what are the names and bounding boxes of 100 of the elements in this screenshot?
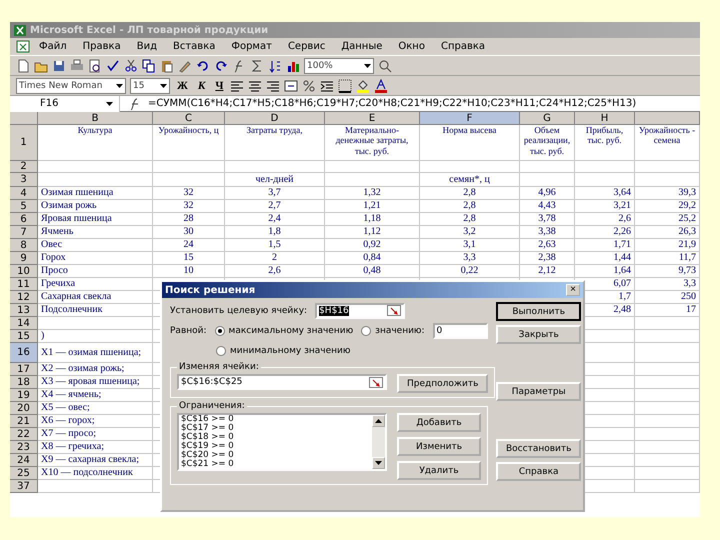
constraint-button[interactable]: Удалить	[397, 461, 481, 480]
table-cell: 2,6	[225, 265, 325, 278]
table-cell: 2,26	[575, 226, 635, 239]
font-size-field[interactable]: 15	[130, 78, 170, 94]
table-cell: 0,84	[325, 252, 420, 265]
row-header[interactable]: 19	[10, 389, 38, 402]
column-header[interactable]: D	[225, 112, 325, 125]
row-header[interactable]: 23	[10, 441, 38, 454]
list-item[interactable]: $C$20 >= 0	[181, 451, 372, 460]
table-cell: 17	[635, 304, 700, 317]
row-header[interactable]: 2	[10, 161, 38, 173]
target-label: Установить целевую ячейку:	[170, 306, 308, 316]
underline-button[interactable]: Ч	[212, 80, 226, 92]
list-item[interactable]: $C$17 >= 0	[181, 424, 372, 433]
row-header[interactable]: 16	[10, 343, 38, 363]
table-cell: 3,1	[420, 239, 520, 252]
row-header[interactable]: 20	[10, 402, 38, 415]
list-item[interactable]: $C$21 >= 0	[181, 460, 372, 469]
row-header[interactable]: 1	[10, 125, 38, 161]
menu-item[interactable]: Вставка	[166, 41, 222, 52]
column-header[interactable]: F	[420, 112, 520, 125]
row-header[interactable]: 7	[10, 226, 38, 239]
font-field[interactable]: Times New Roman	[16, 78, 126, 94]
menu-item[interactable]: Вид	[130, 41, 164, 52]
row-header[interactable]: 14	[10, 317, 38, 330]
row-header[interactable]: 5	[10, 200, 38, 213]
row-header[interactable]: 21	[10, 415, 38, 428]
column-header[interactable]: H	[575, 112, 635, 125]
table-cell: Яровая пшеница	[38, 213, 153, 226]
menu-item[interactable]: Правка	[76, 41, 128, 52]
table-cell: Овес	[38, 239, 153, 252]
table-cell: Ячмень	[38, 226, 153, 239]
table-cell: 32	[153, 187, 225, 200]
dialog-button[interactable]: Закрыть	[496, 325, 582, 344]
table-cell: 1,71	[575, 239, 635, 252]
changing-cells-field[interactable]: $C$16:$C$25	[177, 374, 387, 390]
table-cell: Подсолнечник	[38, 304, 153, 317]
menu-item[interactable]: Сервис	[280, 41, 332, 52]
table-cell: 25,2	[635, 213, 700, 226]
row-header[interactable]: 11	[10, 278, 38, 291]
row-header[interactable]: 6	[10, 213, 38, 226]
column-header[interactable]: B	[38, 112, 153, 125]
row-header[interactable]: 9	[10, 252, 38, 265]
menu-item[interactable]: Справка	[434, 41, 492, 52]
row-header[interactable]: 12	[10, 291, 38, 304]
guess-button[interactable]: Предположить	[397, 374, 488, 393]
table-cell: 29,2	[635, 200, 700, 213]
radio-option[interactable]: значению:	[361, 326, 425, 336]
table-cell: 2,8	[420, 200, 520, 213]
dialog-button[interactable]: Параметры	[496, 382, 582, 401]
list-item[interactable]: $C$19 >= 0	[181, 442, 372, 451]
menu-item[interactable]: Данные	[334, 41, 390, 52]
column-header[interactable]: E	[325, 112, 420, 125]
bold-button[interactable]: Ж	[174, 80, 191, 92]
row-header[interactable]: 18	[10, 376, 38, 389]
row-header[interactable]: 8	[10, 239, 38, 252]
column-header[interactable]: C	[153, 112, 225, 125]
target-field[interactable]: $H$16	[315, 302, 406, 318]
row-header[interactable]: 13	[10, 304, 38, 317]
dialog-button[interactable]: Восстановить	[496, 439, 582, 458]
table-cell: 32	[153, 200, 225, 213]
table-cell: X3 — яровая пшеница;	[38, 376, 153, 389]
constraint-button[interactable]: Добавить	[397, 413, 481, 432]
table-cell: 1,21	[325, 200, 420, 213]
table-cell: 3,78	[520, 213, 575, 226]
equal-label: Равной:	[170, 326, 207, 336]
dialog-button[interactable]: Справка	[496, 462, 582, 481]
italic-button[interactable]: К	[194, 80, 208, 92]
menu-item[interactable]: Окно	[391, 41, 432, 52]
dialog-button[interactable]: Выполнить	[496, 302, 582, 321]
table-cell: чел-дней	[225, 173, 325, 187]
column-header[interactable]: G	[520, 112, 575, 125]
list-item[interactable]: $C$18 >= 0	[181, 433, 372, 442]
table-cell: 2,63	[520, 239, 575, 252]
zoom-field[interactable]: 100%	[304, 58, 374, 74]
table-cell: 24	[153, 239, 225, 252]
row-header[interactable]: 3	[10, 173, 38, 187]
row-header[interactable]: 15	[10, 330, 38, 343]
formula-text[interactable]: =СУММ(C16*H4;C17*H5;C18*H6;C19*H7;C20*H8;C21*H9;C22*H10;C23*H11;C24*H12;C25*H13)	[148, 98, 636, 109]
row-header[interactable]: 37	[10, 480, 38, 493]
table-cell: 1,12	[325, 226, 420, 239]
radio-option[interactable]: максимальному значению	[214, 326, 354, 336]
constraint-button[interactable]: Изменить	[397, 437, 481, 456]
table-cell: X7 — просо;	[38, 428, 153, 441]
table-cell: Гречиха	[38, 278, 153, 291]
row-header[interactable]: 22	[10, 428, 38, 441]
row-header[interactable]: 10	[10, 265, 38, 278]
row-header[interactable]: 24	[10, 454, 38, 467]
row-header[interactable]: 17	[10, 363, 38, 376]
row-header[interactable]: 4	[10, 187, 38, 200]
table-cell: 2	[225, 252, 325, 265]
value-field[interactable]: 0	[432, 322, 488, 338]
radio-option[interactable]: минимальному значению	[216, 346, 350, 356]
menu-item[interactable]: Формат	[224, 41, 279, 52]
close-button[interactable]: ×	[566, 284, 580, 296]
row-header[interactable]: 25	[10, 467, 38, 480]
table-cell: 2,38	[520, 252, 575, 265]
table-cell: 2,6	[575, 213, 635, 226]
menu-item[interactable]: Файл	[32, 41, 74, 52]
name-box[interactable]: F16	[10, 96, 120, 112]
